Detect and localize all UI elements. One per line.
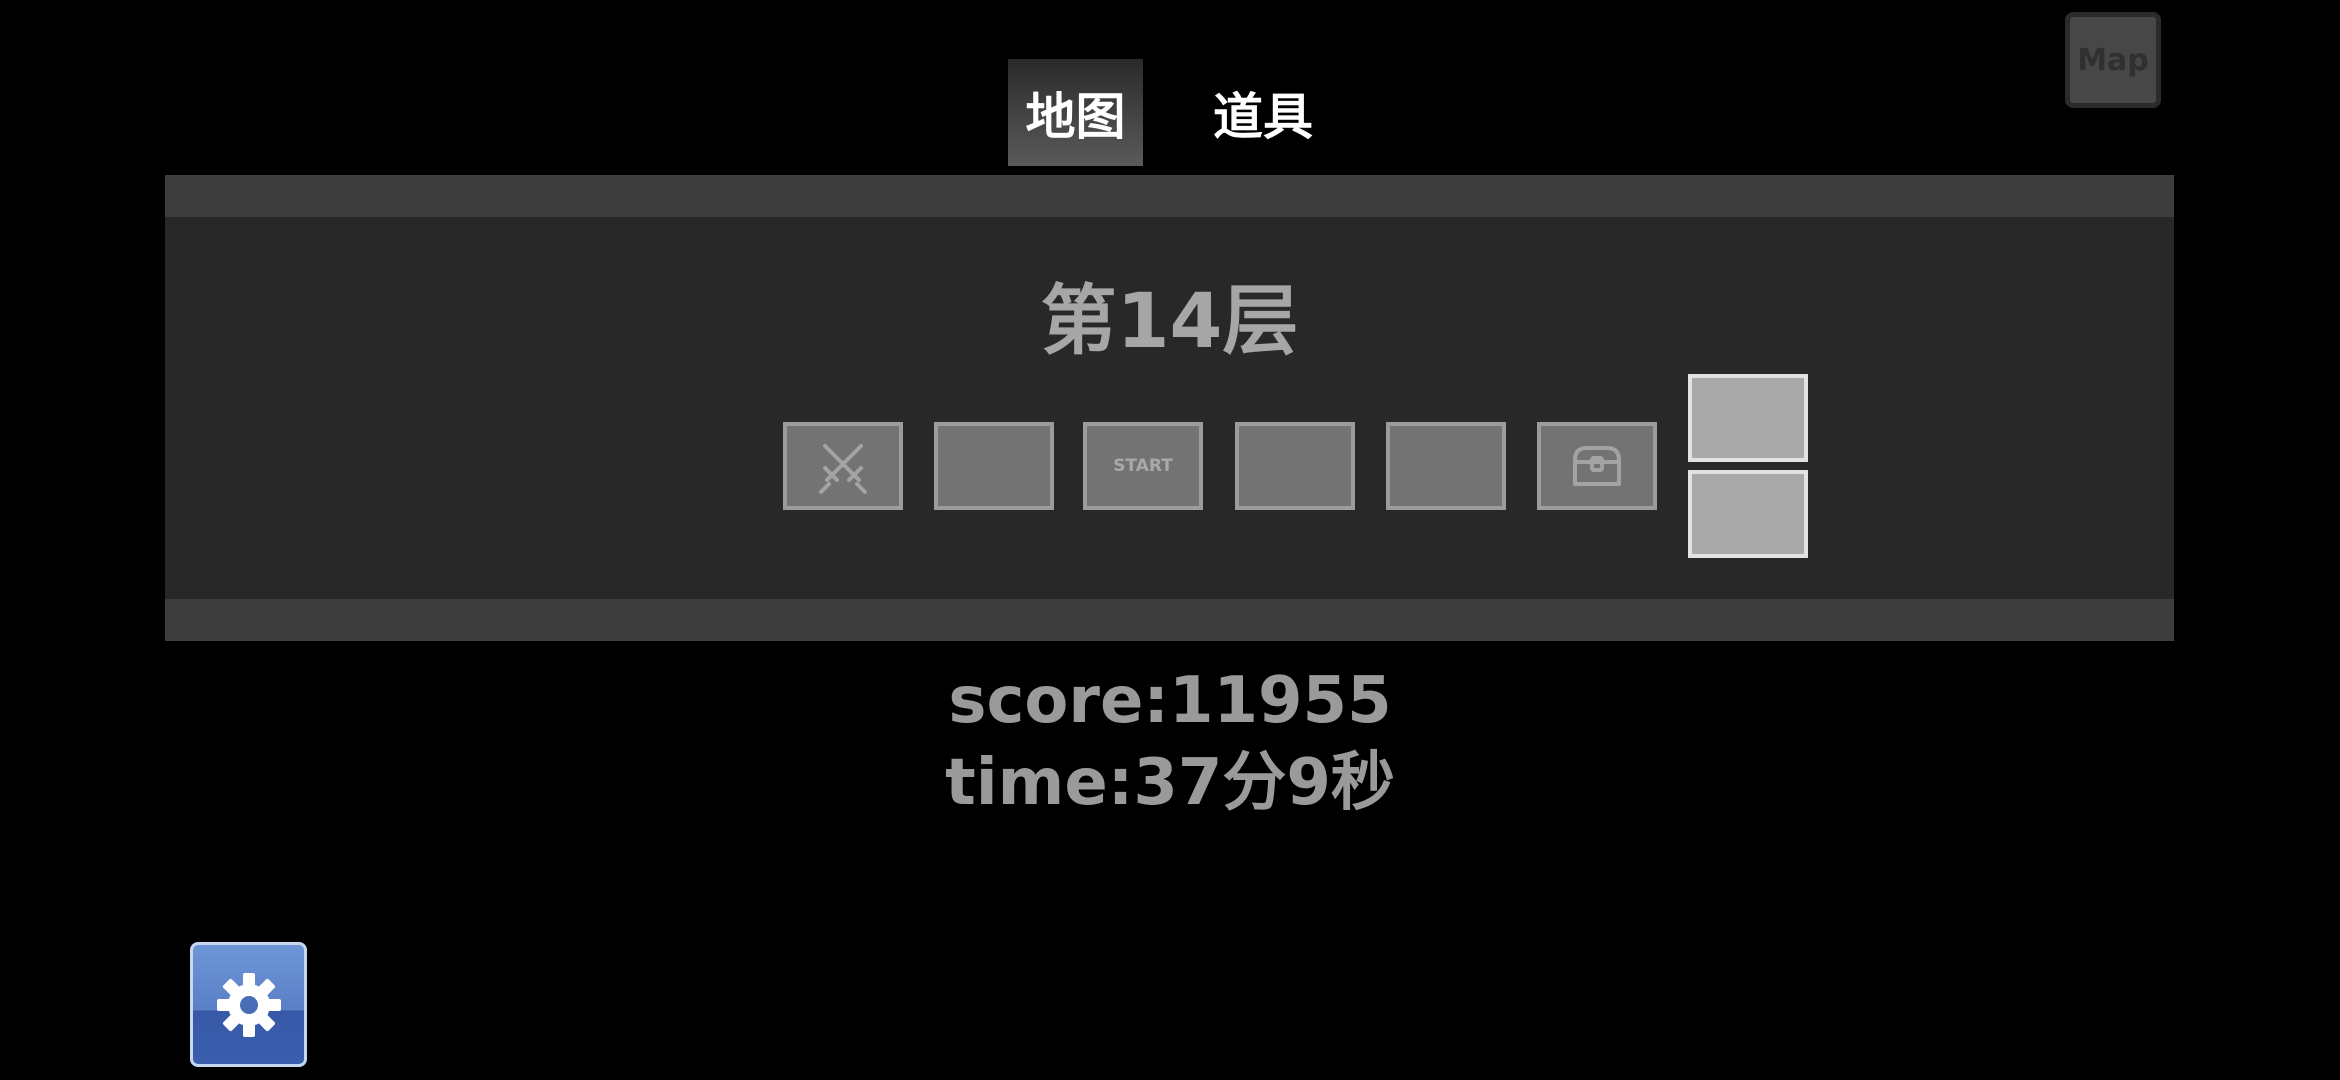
stats: score:11955 time:37分9秒 — [0, 660, 2340, 824]
tab-map-label: 地图 — [1025, 87, 1126, 146]
room-start[interactable]: START — [1083, 422, 1203, 510]
room-unexplored[interactable] — [1688, 374, 1808, 462]
room-empty[interactable] — [1235, 422, 1355, 510]
room-unexplored[interactable] — [1688, 470, 1808, 558]
crossed-swords-icon — [819, 444, 867, 494]
room-treasure[interactable] — [1537, 422, 1657, 510]
floor-map-panel: 第14层 START — [165, 175, 2174, 641]
room-battle[interactable] — [783, 422, 903, 510]
room-empty[interactable] — [934, 422, 1054, 510]
floor-title: 第14层 — [1040, 276, 1299, 365]
tab-items-label: 道具 — [1213, 87, 1313, 146]
settings-button[interactable] — [190, 942, 307, 1067]
score-text: score:11955 — [948, 664, 1392, 738]
panel-bottom-bar — [165, 599, 2174, 641]
tab-items[interactable]: 道具 — [1198, 59, 1328, 166]
map-button-label: Map — [2077, 42, 2149, 78]
gear-icon — [216, 972, 281, 1037]
room-empty[interactable] — [1386, 422, 1506, 510]
tab-map[interactable]: 地图 — [1008, 59, 1143, 166]
treasure-chest-icon — [1573, 446, 1621, 486]
time-text: time:37分9秒 — [945, 746, 1395, 820]
room-start-label: START — [1113, 456, 1173, 476]
panel-top-bar — [165, 175, 2174, 217]
map-button[interactable]: Map — [2065, 12, 2161, 108]
